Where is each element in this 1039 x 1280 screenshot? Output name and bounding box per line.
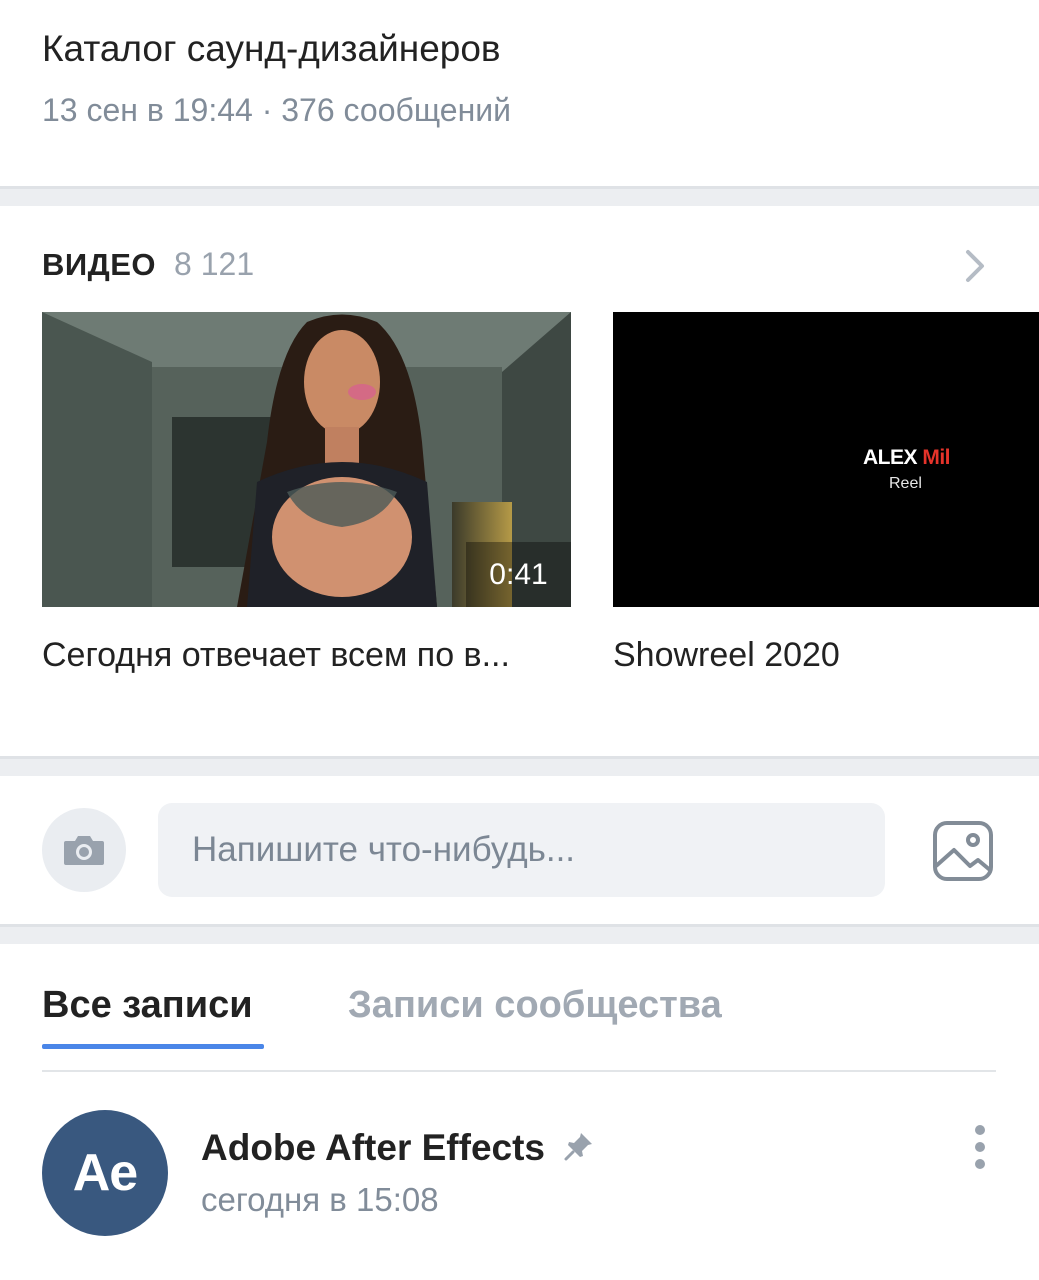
camera-button[interactable] <box>42 808 126 892</box>
discussion-topic[interactable]: Каталог саунд-дизайнеров 13 сен в 19:44 … <box>0 0 1039 186</box>
image-icon[interactable] <box>932 820 994 882</box>
post-input[interactable] <box>158 803 885 897</box>
pin-icon <box>564 1133 592 1161</box>
tab-all-posts[interactable]: Все записи <box>42 984 253 1027</box>
wall-tabs: Все записи Записи сообщества <box>42 944 996 1072</box>
active-tab-indicator <box>42 1044 264 1049</box>
wall-section: Все записи Записи сообщества Ae Adobe Af… <box>0 944 1039 1280</box>
tab-community-posts[interactable]: Записи сообщества <box>348 984 722 1027</box>
video-caption-2[interactable]: Showreel 2020 <box>613 636 1039 675</box>
camera-icon <box>64 836 104 865</box>
avatar[interactable]: Ae <box>42 1110 168 1236</box>
community-page: Каталог саунд-дизайнеров 13 сен в 19:44 … <box>0 0 1039 1280</box>
videos-section: ВИДЕО 8 121 0:41 ALEX Mil Reel Сегодня о… <box>0 206 1039 756</box>
post-author[interactable]: Adobe After Effects <box>201 1127 545 1169</box>
section-separator <box>0 756 1039 776</box>
videos-count: 8 121 <box>174 246 255 282</box>
avatar-text: Ae <box>72 1144 138 1202</box>
post-composer <box>0 776 1039 924</box>
thumbnail-title-part: ALEX <box>863 446 923 469</box>
chevron-right-icon[interactable] <box>958 246 992 286</box>
video-thumbnail-2[interactable]: ALEX Mil Reel <box>613 312 1039 607</box>
post-time[interactable]: сегодня в 15:08 <box>201 1181 439 1219</box>
thumbnail-title: ALEX Mil <box>863 446 951 470</box>
topic-title[interactable]: Каталог саунд-дизайнеров <box>42 28 501 70</box>
video-duration: 0:41 <box>466 542 571 607</box>
video-thumbnail-1[interactable]: 0:41 <box>42 312 571 607</box>
video-caption-1[interactable]: Сегодня отвечает всем по в... <box>42 636 571 675</box>
thumbnail-subtitle: Reel <box>889 475 922 492</box>
more-vertical-icon[interactable] <box>964 1122 996 1172</box>
videos-title: ВИДЕО <box>42 247 157 282</box>
section-separator <box>0 924 1039 944</box>
videos-header[interactable]: ВИДЕО 8 121 <box>42 246 254 283</box>
section-separator <box>0 186 1039 206</box>
thumbnail-title-accent: Mil <box>922 446 951 469</box>
topic-meta: 13 сен в 19:44 · 376 сообщений <box>42 92 511 128</box>
